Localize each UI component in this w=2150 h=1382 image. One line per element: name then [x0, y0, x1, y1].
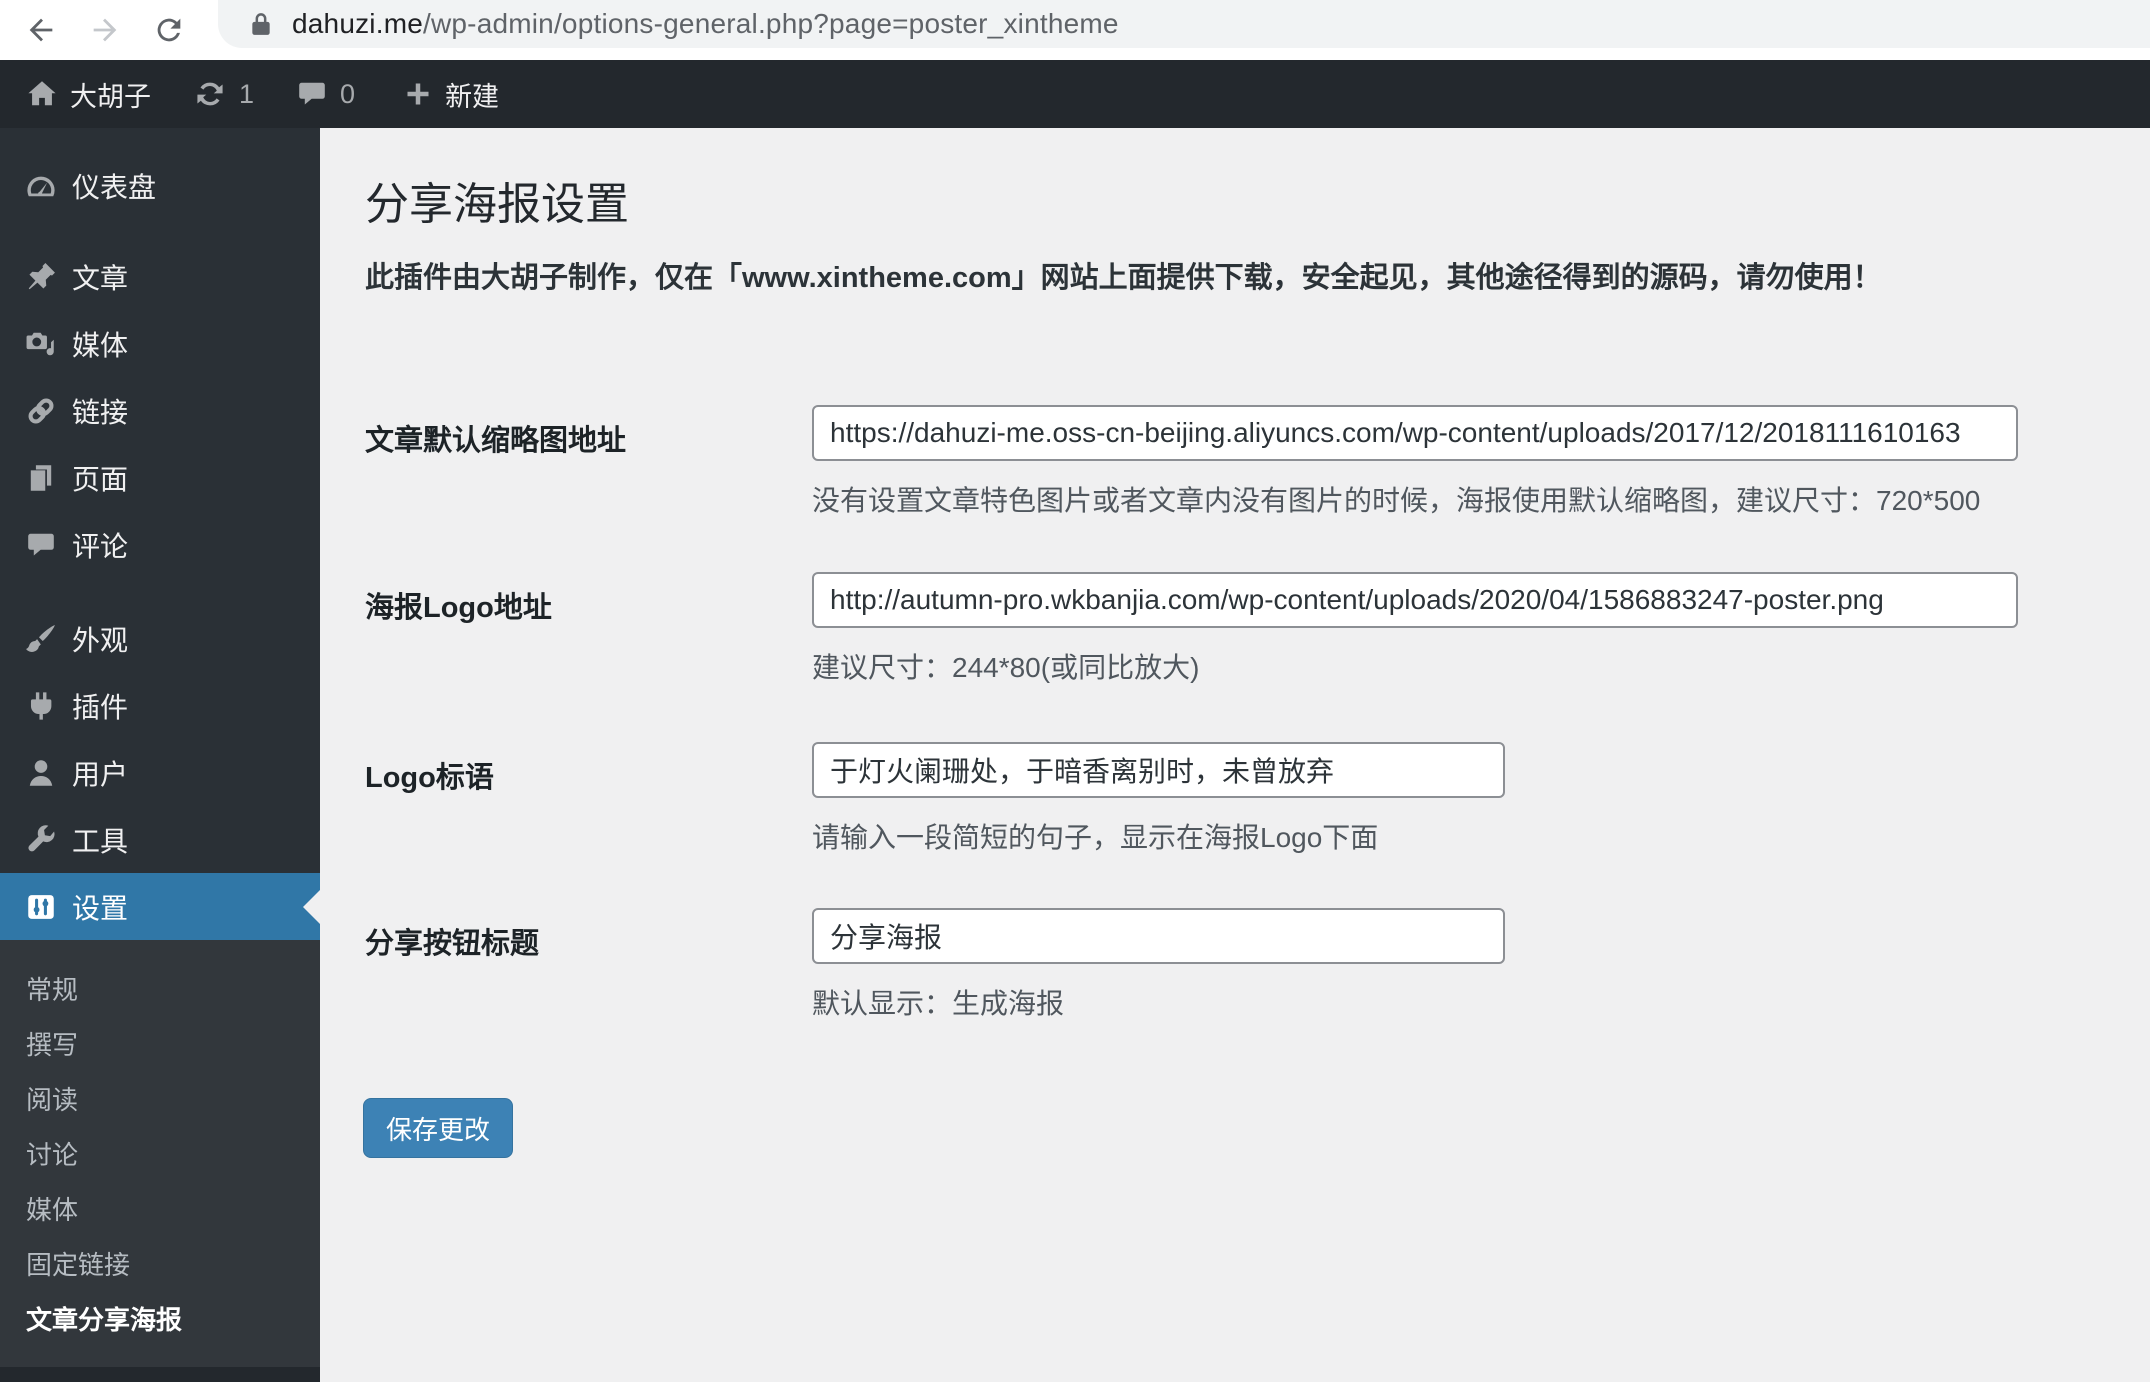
sidebar-item-links[interactable]: 链接 [0, 377, 320, 444]
sidebar-footer-strip [0, 1367, 320, 1382]
plus-icon [403, 79, 433, 109]
plugins-icon [24, 689, 58, 723]
browser-refresh-button[interactable] [146, 7, 192, 53]
form-row-logo-slogan: Logo标语 请输入一段简短的句子，显示在海报Logo下面 [365, 742, 1505, 856]
wp-sidebar: 仪表盘 文章 媒体 链接 页面 评论 外观 插件 用户 工具 设置 常规 撰写 … [0, 128, 320, 1382]
posts-icon [24, 260, 58, 294]
pages-icon [24, 461, 58, 495]
sidebar-item-label: 媒体 [72, 329, 129, 361]
appearance-icon [24, 622, 58, 656]
sidebar-item-label: 仪表盘 [72, 171, 157, 203]
sidebar-item-comments[interactable]: 评论 [0, 511, 320, 578]
sidebar-item-label: 设置 [72, 892, 129, 924]
admin-bar-comments[interactable]: 0 [296, 78, 355, 110]
settings-submenu: 常规 撰写 阅读 讨论 媒体 固定链接 文章分享海报 [0, 940, 320, 1367]
home-icon [26, 78, 58, 110]
sidebar-item-tools[interactable]: 工具 [0, 806, 320, 873]
sidebar-item-pages[interactable]: 页面 [0, 444, 320, 511]
refresh-icon [157, 18, 181, 42]
field-help-text: 没有设置文章特色图片或者文章内没有图片的时候，海报使用默认缩略图，建议尺寸：72… [812, 485, 1981, 516]
submenu-item-writing[interactable]: 撰写 [0, 1016, 320, 1071]
admin-bar-updates[interactable]: 1 [193, 77, 254, 111]
thumbnail-url-input[interactable] [812, 405, 2018, 461]
sidebar-item-label: 用户 [72, 758, 129, 790]
dashboard-icon [24, 169, 58, 203]
site-name: 大胡子 [70, 81, 151, 112]
submenu-item-media[interactable]: 媒体 [0, 1181, 320, 1236]
sidebar-item-plugins[interactable]: 插件 [0, 672, 320, 739]
lock-icon[interactable] [248, 11, 274, 37]
sidebar-item-appearance[interactable]: 外观 [0, 605, 320, 672]
submenu-item-general[interactable]: 常规 [0, 961, 320, 1016]
tools-icon [24, 823, 58, 857]
admin-bar-new[interactable]: 新建 [403, 75, 499, 114]
update-count: 1 [239, 78, 255, 109]
forward-arrow-icon [93, 18, 117, 42]
address-bar[interactable]: dahuzi.me/wp-admin/options-general.php?p… [218, 0, 2150, 48]
settings-icon [24, 890, 58, 924]
wp-admin-bar: 大胡子 1 0 新建 [0, 60, 2150, 128]
sidebar-item-label: 页面 [72, 463, 129, 495]
wordpress-admin-page: dahuzi.me/wp-admin/options-general.php?p… [0, 0, 2150, 1382]
sidebar-item-label: 评论 [72, 530, 129, 562]
save-changes-button[interactable]: 保存更改 [363, 1098, 513, 1158]
form-row-logo-url: 海报Logo地址 建议尺寸：244*80(或同比放大) [365, 572, 2018, 686]
logo-url-input[interactable] [812, 572, 2018, 628]
logo-slogan-input[interactable] [812, 742, 1505, 798]
sidebar-item-posts[interactable]: 文章 [0, 243, 320, 310]
submenu-item-share-poster[interactable]: 文章分享海报 [0, 1291, 320, 1346]
media-icon [24, 327, 58, 361]
sidebar-item-label: 链接 [72, 396, 129, 428]
update-icon [193, 77, 227, 111]
sidebar-item-label: 外观 [72, 624, 129, 656]
sidebar-item-users[interactable]: 用户 [0, 739, 320, 806]
form-row-share-button-title: 分享按钮标题 默认显示：生成海报 [365, 908, 1505, 1022]
users-icon [24, 756, 58, 790]
field-label: 文章默认缩略图地址 [365, 425, 627, 457]
links-icon [24, 394, 58, 428]
comment-count: 0 [340, 78, 356, 109]
new-label: 新建 [445, 81, 500, 112]
field-help-text: 建议尺寸：244*80(或同比放大) [812, 652, 1200, 683]
field-label: 海报Logo地址 [365, 592, 552, 624]
browser-back-button[interactable] [18, 7, 64, 53]
sidebar-item-dashboard[interactable]: 仪表盘 [0, 152, 320, 219]
url-domain: dahuzi.me [292, 8, 423, 39]
sidebar-item-label: 插件 [72, 691, 129, 723]
settings-page-content: 分享海报设置 此插件由大胡子制作，仅在「www.xintheme.com」网站上… [320, 128, 2150, 1382]
admin-bar-site[interactable]: 大胡子 [26, 75, 151, 114]
plugin-description: 此插件由大胡子制作，仅在「www.xintheme.com」网站上面提供下载，安… [365, 262, 1882, 294]
sidebar-item-label: 文章 [72, 262, 129, 294]
field-label: 分享按钮标题 [365, 928, 540, 960]
submenu-item-discussion[interactable]: 讨论 [0, 1126, 320, 1181]
page-title: 分享海报设置 [365, 180, 629, 229]
submenu-item-permalinks[interactable]: 固定链接 [0, 1236, 320, 1291]
comment-icon [296, 78, 328, 110]
browser-toolbar: dahuzi.me/wp-admin/options-general.php?p… [0, 0, 2150, 60]
menu-separator [0, 219, 320, 243]
sidebar-item-label: 工具 [72, 825, 129, 857]
url-text: dahuzi.me/wp-admin/options-general.php?p… [292, 8, 1119, 40]
form-row-thumbnail-url: 文章默认缩略图地址 没有设置文章特色图片或者文章内没有图片的时候，海报使用默认缩… [365, 405, 2018, 519]
submenu-item-reading[interactable]: 阅读 [0, 1071, 320, 1126]
menu-separator [0, 578, 320, 605]
browser-forward-button[interactable] [82, 7, 128, 53]
url-path: /wp-admin/options-general.php?page=poste… [423, 8, 1119, 39]
share-button-title-input[interactable] [812, 908, 1505, 964]
field-help-text: 请输入一段简短的句子，显示在海报Logo下面 [812, 822, 1379, 853]
field-help-text: 默认显示：生成海报 [812, 988, 1065, 1019]
comments-icon [24, 528, 58, 562]
field-label: Logo标语 [365, 762, 494, 794]
sidebar-item-settings[interactable]: 设置 [0, 873, 320, 940]
sidebar-item-media[interactable]: 媒体 [0, 310, 320, 377]
back-arrow-icon [29, 18, 53, 42]
